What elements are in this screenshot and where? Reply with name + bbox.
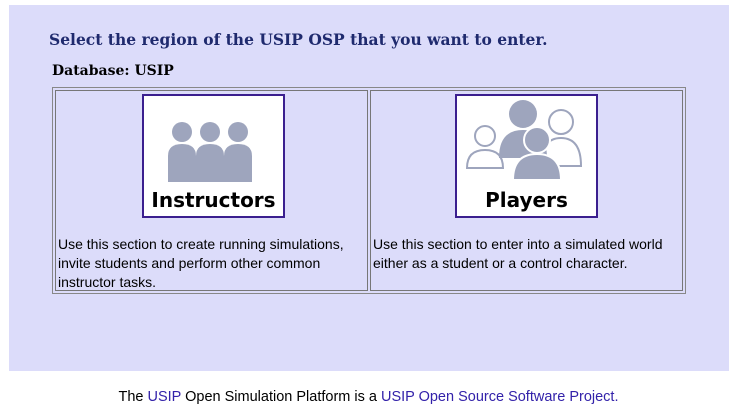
footer: The USIP Open Simulation Platform is a U… [0,389,737,405]
open-source-project-link[interactable]: USIP Open Source Software Project. [381,389,619,405]
instructors-description: Use this section to create running simul… [58,236,344,290]
instructors-button[interactable]: Instructors [142,94,285,218]
players-button[interactable]: Players [455,94,598,218]
footer-text-2: Open Simulation Platform is a [181,389,381,405]
footer-text-1: The [118,389,148,405]
usip-link[interactable]: USIP [148,389,182,405]
instructors-label: Instructors [151,188,276,212]
players-cell: Players Use this section to enter into a… [370,90,683,291]
instructors-cell: Instructors Use this section to create r… [55,90,368,291]
players-label: Players [485,188,568,212]
database-label: Database: USIP [52,63,174,79]
page-heading: Select the region of the USIP OSP that y… [49,30,548,49]
players-description: Use this section to enter into a simulat… [373,236,663,271]
region-table: Instructors Use this section to create r… [52,87,686,294]
